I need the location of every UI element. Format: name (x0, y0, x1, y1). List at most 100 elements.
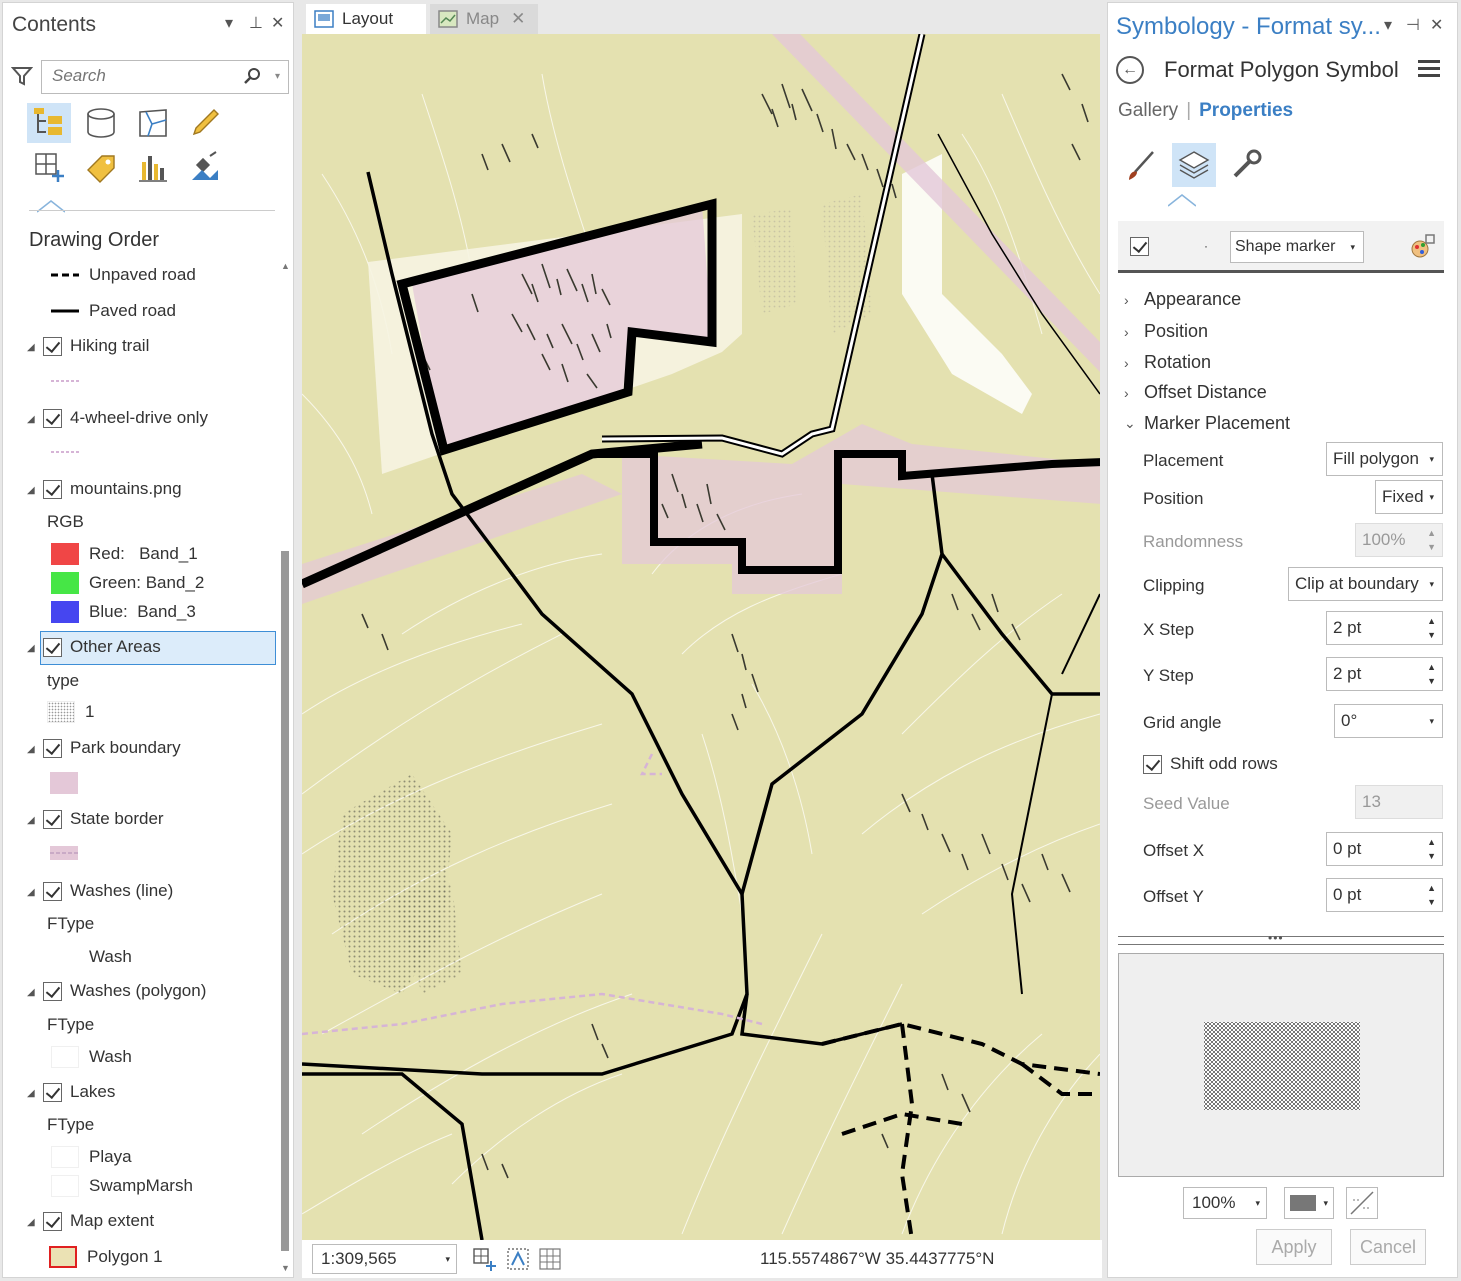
scale-select[interactable]: 1:309,565 ▾ (312, 1244, 457, 1274)
layer-visibility-checkbox[interactable] (43, 881, 62, 901)
spin-icon[interactable]: ▲ ▼ (1427, 881, 1436, 909)
layer-visibility-checkbox[interactable] (43, 637, 62, 657)
layer-mountains-png[interactable]: mountains.png (43, 479, 182, 499)
back-arrow-icon[interactable]: ← (1116, 56, 1144, 84)
pin-icon[interactable]: ⊥ (249, 13, 263, 33)
close-icon[interactable]: ✕ (1430, 15, 1443, 35)
layer-visibility-checkbox[interactable] (43, 1211, 62, 1231)
pane-options-icon[interactable]: ▾ (225, 13, 233, 33)
state-border-swatch[interactable] (50, 846, 78, 860)
marker-type-select[interactable]: Shape marker ▾ (1230, 231, 1364, 263)
expand-arrow-icon[interactable]: ◢ (27, 643, 35, 654)
map-canvas[interactable] (302, 34, 1100, 1240)
tab-map[interactable]: Map ✕ (430, 4, 538, 34)
expand-arrow-icon[interactable]: ◢ (27, 485, 35, 496)
layer-state-border[interactable]: State border (43, 809, 164, 829)
layer-lakes[interactable]: Lakes (43, 1082, 115, 1102)
layer-visibility-checkbox[interactable] (43, 479, 62, 499)
seed-value-input[interactable]: 13 (1355, 785, 1443, 819)
grid-snap-icon[interactable] (506, 1247, 530, 1271)
expand-arrow-icon[interactable]: ◢ (27, 1217, 35, 1228)
layer-visibility-checkbox[interactable] (43, 408, 62, 428)
cancel-button[interactable]: Cancel (1350, 1229, 1426, 1265)
expand-arrow-icon[interactable]: ◢ (27, 1088, 35, 1099)
layer-park-boundary[interactable]: Park boundary (43, 738, 181, 758)
structure-button[interactable] (1224, 143, 1268, 187)
search-input[interactable] (50, 61, 240, 91)
contents-scrollbar[interactable]: ▲ ▼ (280, 261, 290, 1273)
search-options-icon[interactable]: ▾ (275, 71, 280, 82)
layer-visibility-checkbox[interactable] (43, 1082, 62, 1102)
color-lock-icon[interactable] (1410, 233, 1436, 259)
layer-washes-polygon[interactable]: Washes (polygon) (43, 981, 206, 1001)
preview-splitter[interactable]: ••• (1118, 931, 1444, 947)
legend-item-polygon-1[interactable]: Polygon 1 (49, 1246, 163, 1268)
layer-other-areas[interactable]: Other Areas (43, 637, 161, 657)
tab-gallery[interactable]: Gallery (1118, 100, 1178, 121)
expand-arrow-icon[interactable]: ◢ (27, 987, 35, 998)
layer-map-extent[interactable]: Map extent (43, 1211, 154, 1231)
position-select[interactable]: Fixed ▾ (1375, 480, 1443, 514)
chevron-down-icon[interactable]: ▾ (1323, 1198, 1328, 1209)
chevron-down-icon[interactable]: ▾ (1429, 454, 1434, 465)
offset-x-input[interactable]: 0 pt ▲ ▼ (1326, 832, 1443, 866)
list-by-selection-button[interactable] (131, 103, 175, 143)
wash-line-swatch[interactable] (51, 946, 79, 968)
expand-arrow-icon[interactable]: ◢ (27, 744, 35, 755)
list-by-drawing-order-button[interactable] (27, 103, 71, 143)
grid-icon[interactable] (538, 1247, 562, 1271)
preview-zoom-select[interactable]: 100% ▾ (1183, 1187, 1267, 1219)
chevron-down-icon[interactable]: ▾ (1350, 242, 1355, 253)
layer-4wd-only[interactable]: 4-wheel-drive only (43, 408, 208, 428)
expand-arrow-icon[interactable]: ◢ (27, 887, 35, 898)
x-step-input[interactable]: 2 pt ▲ ▼ (1326, 611, 1443, 645)
shift-odd-rows-checkbox[interactable] (1143, 754, 1162, 774)
scroll-up-icon[interactable]: ▲ (281, 261, 290, 271)
section-rotation[interactable]: › Rotation (1124, 352, 1211, 373)
spin-icon[interactable]: ▲ ▼ (1427, 526, 1436, 554)
scrollbar-thumb[interactable] (281, 551, 289, 1251)
polygon-1-swatch[interactable] (49, 1246, 77, 1268)
legend-item-type-1[interactable]: 1 (47, 701, 94, 723)
chevron-down-icon[interactable]: ▾ (1429, 579, 1434, 590)
y-step-input[interactable]: 2 pt ▲ ▼ (1326, 657, 1443, 691)
symbol-properties-button[interactable] (1120, 143, 1164, 187)
shift-odd-rows[interactable]: Shift odd rows (1143, 754, 1278, 774)
symbol-layer-checkbox[interactable] (1130, 237, 1149, 256)
map-view[interactable] (302, 34, 1100, 1240)
legend-item-wash-line[interactable]: Wash (51, 946, 132, 968)
section-position[interactable]: › Position (1124, 321, 1208, 342)
section-appearance[interactable]: › Appearance (1124, 289, 1241, 310)
scroll-down-icon[interactable]: ▼ (281, 1263, 290, 1273)
auto-hide-icon[interactable]: ⊣ (1406, 15, 1420, 35)
search-icon[interactable] (244, 67, 262, 85)
chevron-down-icon[interactable]: ▾ (1429, 716, 1434, 727)
tab-properties[interactable]: Properties (1199, 100, 1293, 121)
grid-angle-select[interactable]: 0° ▾ (1334, 704, 1443, 738)
layer-visibility-checkbox[interactable] (43, 981, 62, 1001)
filter-icon[interactable] (11, 65, 33, 87)
list-by-perspective-button[interactable] (183, 147, 227, 187)
expand-arrow-icon[interactable]: ◢ (27, 414, 35, 425)
layer-washes-line[interactable]: Washes (line) (43, 881, 173, 901)
spin-icon[interactable]: ▲ ▼ (1427, 660, 1436, 688)
pane-options-icon[interactable]: ▾ (1384, 15, 1392, 35)
placement-select[interactable]: Fill polygon ▾ (1326, 442, 1443, 476)
offset-y-input[interactable]: 0 pt ▲ ▼ (1326, 878, 1443, 912)
layer-hiking-trail[interactable]: Hiking trail (43, 336, 149, 356)
close-tab-icon[interactable]: ✕ (511, 9, 525, 29)
list-by-labeling-button[interactable] (79, 147, 123, 187)
preview-background-button[interactable]: ▾ (1284, 1187, 1334, 1219)
snapping-toggle-icon[interactable] (472, 1247, 496, 1271)
tab-layout[interactable]: Layout (306, 4, 426, 34)
list-by-editing-button[interactable] (183, 103, 227, 143)
layer-visibility-checkbox[interactable] (43, 336, 62, 356)
layer-visibility-checkbox[interactable] (43, 738, 62, 758)
legend-item-swampmarsh[interactable]: SwampMarsh (51, 1175, 193, 1197)
preview-grid-button[interactable] (1346, 1187, 1378, 1219)
legend-item-playa[interactable]: Playa (51, 1146, 132, 1168)
park-boundary-swatch[interactable] (50, 772, 78, 794)
expand-arrow-icon[interactable]: ◢ (27, 815, 35, 826)
chevron-down-icon[interactable]: ▾ (1429, 492, 1434, 503)
layers-button[interactable] (1172, 143, 1216, 187)
